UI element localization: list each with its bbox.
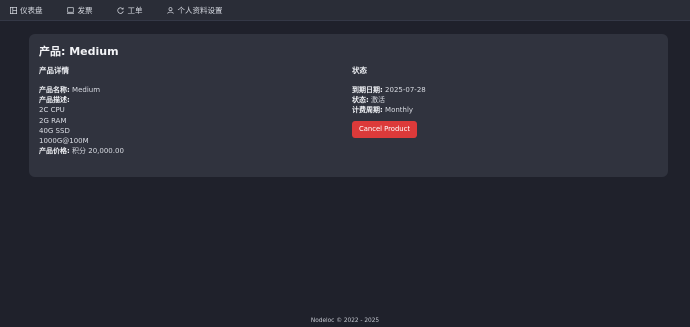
invoice-icon: [67, 6, 75, 14]
ticket-icon: [117, 6, 125, 14]
nav-item-label: 发票: [77, 5, 93, 15]
top-navigation: 仪表盘 发票 工单 个人资料设置: [0, 0, 690, 21]
product-details-heading: 产品详情: [39, 66, 69, 75]
billing-cycle-row: 计费周期: Monthly: [352, 105, 652, 115]
dashboard-icon: [9, 6, 17, 14]
status-section: 状态 到期日期: 2025-07-28 状态: 激活 计费周期: Monthly…: [352, 66, 652, 138]
product-card: 产品: Medium 产品详情 产品名称: Medium 产品描述: 2C CP…: [29, 34, 668, 177]
expiry-row: 到期日期: 2025-07-28: [352, 85, 652, 95]
nav-item-dashboard[interactable]: 仪表盘: [9, 5, 43, 16]
product-details-section: 产品详情 产品名称: Medium 产品描述: 2C CPU 2G RAM 40…: [39, 66, 339, 156]
cancel-product-button[interactable]: Cancel Product: [352, 120, 417, 138]
nav-item-label: 个人资料设置: [177, 5, 223, 15]
status-badge: 激活: [371, 96, 386, 105]
product-price-row: 产品价格: 积分 20,000.00: [39, 146, 339, 156]
nav-item-label: 工单: [127, 5, 143, 15]
product-desc-line: 2C CPU: [39, 106, 65, 115]
billing-cycle-label: 计费周期:: [352, 106, 383, 115]
product-name-value: Medium: [72, 86, 101, 94]
product-desc-line: 1000G@100M: [39, 136, 89, 145]
product-name-label: 产品名称:: [39, 86, 70, 94]
product-desc-label: 产品描述:: [39, 96, 70, 105]
product-desc-row: 产品描述:: [39, 95, 339, 105]
user-icon: [167, 6, 175, 14]
expiry-label: 到期日期:: [352, 86, 383, 94]
state-row: 状态: 激活: [352, 95, 652, 105]
page-title: 产品: Medium: [39, 45, 119, 58]
product-desc-line: 40G SSD: [39, 126, 70, 135]
state-label: 状态:: [352, 96, 369, 105]
product-name-row: 产品名称: Medium: [39, 85, 339, 95]
status-heading: 状态: [352, 66, 367, 75]
product-price-value: 积分 20,000.00: [72, 147, 124, 156]
nav-item-tickets[interactable]: 工单: [117, 5, 143, 16]
product-desc-line: 2G RAM: [39, 116, 67, 125]
billing-cycle-value: Monthly: [385, 106, 414, 115]
nav-item-invoices[interactable]: 发票: [67, 5, 93, 16]
expiry-value: 2025-07-28: [385, 86, 426, 94]
product-price-label: 产品价格:: [39, 147, 70, 156]
footer-copyright: Nodeloc © 2022 - 2025: [310, 318, 380, 324]
nav-item-profile-settings[interactable]: 个人资料设置: [167, 5, 223, 16]
nav-item-label: 仪表盘: [20, 5, 43, 15]
